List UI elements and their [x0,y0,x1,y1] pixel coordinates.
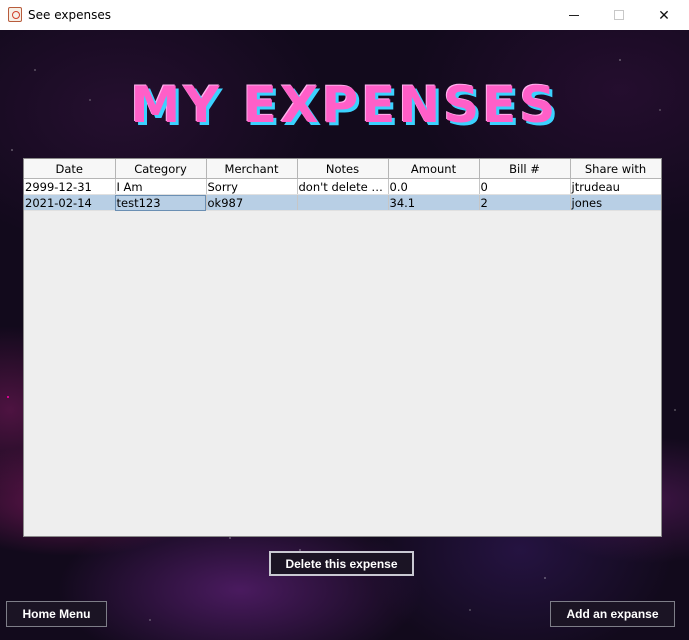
close-icon: ✕ [658,6,670,23]
cell-date[interactable]: 2999-12-31 [24,178,116,195]
cell-bill[interactable]: 0 [479,178,571,195]
java-app-icon [8,7,22,22]
cell-share-with[interactable]: jones [570,194,661,211]
column-header-merchant[interactable]: Merchant [206,159,298,179]
cell-share-with[interactable]: jtrudeau [570,178,661,195]
home-menu-button[interactable]: Home Menu [6,601,107,627]
cell-category[interactable]: test123 [115,194,207,211]
table-header-row: Date Category Merchant Notes Amount Bill… [24,159,661,179]
add-expense-button[interactable]: Add an expanse [550,601,675,627]
cell-notes[interactable] [297,194,389,211]
window-title: See expenses [28,8,111,22]
delete-expense-button[interactable]: Delete this expense [269,551,414,576]
close-button[interactable]: ✕ [641,0,687,30]
column-header-amount[interactable]: Amount [388,159,480,179]
column-header-bill[interactable]: Bill # [479,159,571,179]
galaxy-background: MY EXPENSES Date Category Merchant Notes… [0,30,689,640]
cell-bill[interactable]: 2 [479,194,571,211]
maximize-icon [614,10,624,20]
expenses-table-panel[interactable]: Date Category Merchant Notes Amount Bill… [23,158,662,537]
cell-amount[interactable]: 34.1 [388,194,480,211]
cell-category[interactable]: I Am [115,178,207,195]
cell-notes[interactable]: don't delete m... [297,178,389,195]
expenses-table: Date Category Merchant Notes Amount Bill… [24,159,661,211]
title-bar: See expenses ✕ [0,0,689,31]
column-header-date[interactable]: Date [24,159,116,179]
minimize-button[interactable] [551,0,597,30]
cell-amount[interactable]: 0.0 [388,178,480,195]
maximize-button[interactable] [596,0,642,30]
column-header-category[interactable]: Category [115,159,207,179]
cell-merchant[interactable]: Sorry [206,178,298,195]
page-title: MY EXPENSES [130,76,559,134]
minimize-icon [569,14,579,16]
table-row[interactable]: 2999-12-31 I Am Sorry don't delete m... … [24,178,661,195]
column-header-share-with[interactable]: Share with [570,159,661,179]
table-row-selected[interactable]: 2021-02-14 test123 ok987 34.1 2 jones [24,194,661,211]
cell-merchant[interactable]: ok987 [206,194,298,211]
column-header-notes[interactable]: Notes [297,159,389,179]
cell-date[interactable]: 2021-02-14 [24,194,116,211]
